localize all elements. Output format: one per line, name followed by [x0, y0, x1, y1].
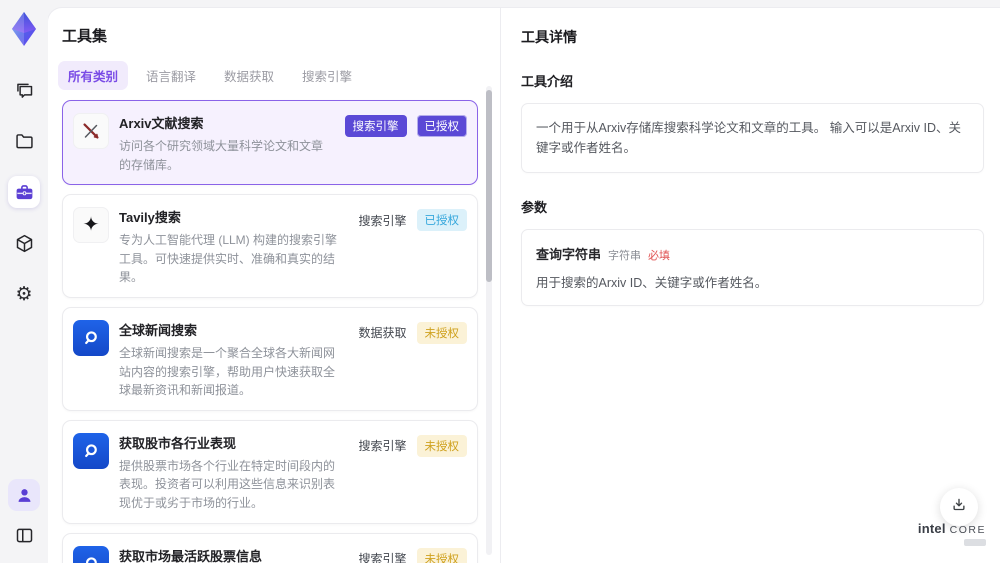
tool-detail-panel: 工具详情 工具介绍 一个用于从Arxiv存储库搜索科学论文和文章的工具。 输入可…: [501, 8, 1000, 563]
scrollbar-thumb[interactable]: [486, 90, 492, 282]
briefcase-icon: [14, 182, 35, 203]
param-required-badge: 必填: [648, 250, 671, 262]
params-heading: 参数: [521, 200, 548, 215]
intro-heading: 工具介绍: [521, 74, 574, 89]
status-badge: 已授权: [416, 115, 467, 137]
intel-core-logo: intel CORE: [918, 521, 986, 546]
tab-all-categories[interactable]: 所有类别: [58, 61, 129, 90]
tab-data-fetch[interactable]: 数据获取: [214, 61, 284, 90]
category-badge: 搜索引擎: [344, 115, 407, 137]
tavily-star-icon: ✦: [73, 207, 109, 244]
param-name: 查询字符串: [536, 247, 602, 262]
tool-card-active-stocks[interactable]: 获取市场最活跃股票信息 提供当天交易量最高的股票列表，投资者可以利用这些信息来识…: [62, 532, 478, 563]
tab-language-translation[interactable]: 语言翻译: [136, 61, 206, 90]
sidebar-item-toolbox[interactable]: [8, 176, 40, 208]
tool-name: 获取市场最活跃股票信息: [119, 548, 263, 563]
tool-description: 提供股票市场各个行业在特定时间段内的表现。投资者可以利用这些信息来识别表现优于或…: [119, 458, 336, 510]
tool-card-tavily[interactable]: ✦ Tavily搜索 专为人工智能代理 (LLM) 构建的搜索引擎工具。可快速提…: [62, 194, 478, 298]
param-type: 字符串: [608, 250, 642, 262]
news-search-icon: [73, 319, 109, 356]
sidebar-item-panel-toggle[interactable]: [8, 519, 40, 551]
tool-name: 全球新闻搜索: [119, 322, 198, 338]
tool-card-global-news[interactable]: 全球新闻搜索 全球新闻搜索是一个聚合全球各大新闻网站内容的搜索引擎，帮助用户快速…: [62, 306, 478, 411]
tab-search-engine[interactable]: 搜索引擎: [292, 61, 362, 90]
folder-icon: [14, 131, 35, 152]
core-wordmark: CORE: [949, 524, 986, 536]
tool-card-stock-sectors[interactable]: 获取股市各行业表现 提供股票市场各个行业在特定时间段内的表现。投资者可以利用这些…: [62, 419, 478, 524]
toolset-panel: 工具集 所有类别 语言翻译 数据获取 搜索引擎 Arxiv文献搜索 访问各个研究…: [48, 8, 500, 563]
category-label: 搜索引擎: [358, 552, 407, 563]
sidebar-item-models[interactable]: [8, 227, 40, 259]
tool-description: 访问各个研究领域大量科学论文和文章的存储库。: [119, 139, 324, 172]
tool-description: 全球新闻搜索是一个聚合全球各大新闻网站内容的搜索引擎，帮助用户快速获取全球最新资…: [119, 345, 336, 398]
sidebar-item-chat[interactable]: [8, 74, 40, 106]
param-card: 查询字符串 字符串 必填 用于搜索的Arxiv ID、关键字或作者姓名。: [521, 229, 984, 306]
tool-name: Tavily搜索: [119, 210, 181, 226]
detail-title: 工具详情: [521, 29, 577, 45]
status-badge: 未授权: [416, 547, 467, 563]
stock-search-icon: [73, 432, 109, 469]
intro-text: 一个用于从Arxiv存储库搜索科学论文和文章的工具。 输入可以是Arxiv ID…: [536, 121, 962, 155]
intel-wordmark: intel: [917, 521, 946, 536]
status-badge: 已授权: [416, 209, 467, 232]
main-content: 工具集 所有类别 语言翻译 数据获取 搜索引擎 Arxiv文献搜索 访问各个研究…: [48, 8, 1000, 563]
arxiv-icon: [73, 113, 109, 149]
page-title: 工具集: [62, 28, 108, 45]
category-label: 数据获取: [358, 326, 407, 341]
sidebar-item-files[interactable]: [8, 125, 40, 157]
category-tabs: 所有类别 语言翻译 数据获取 搜索引擎: [58, 61, 500, 90]
tool-card-arxiv[interactable]: Arxiv文献搜索 访问各个研究领域大量科学论文和文章的存储库。 搜索引擎 已授…: [62, 100, 478, 186]
chat-icon: [14, 80, 35, 101]
left-rail: ⚙: [0, 0, 48, 563]
panel-toggle-icon: [14, 525, 35, 546]
sidebar-item-account[interactable]: [8, 479, 40, 511]
category-label: 搜索引擎: [358, 213, 407, 228]
category-label: 搜索引擎: [358, 439, 407, 454]
tool-name: Arxiv文献搜索: [119, 116, 204, 131]
status-badge: 未授权: [416, 434, 467, 457]
stock-search-icon: [73, 545, 109, 563]
download-icon: [950, 496, 968, 519]
tool-name: 获取股市各行业表现: [119, 435, 237, 451]
app-logo-icon: [6, 10, 42, 48]
user-icon: [15, 486, 34, 505]
sidebar-item-settings[interactable]: ⚙: [8, 278, 40, 310]
cube-icon: [14, 233, 35, 254]
gear-icon: ⚙: [15, 283, 33, 305]
param-description: 用于搜索的Arxiv ID、关键字或作者姓名。: [536, 276, 768, 290]
intro-card: 一个用于从Arxiv存储库搜索科学论文和文章的工具。 输入可以是Arxiv ID…: [521, 103, 984, 173]
status-badge: 未授权: [416, 321, 467, 344]
tool-list: Arxiv文献搜索 访问各个研究领域大量科学论文和文章的存储库。 搜索引擎 已授…: [62, 100, 478, 563]
tool-description: 专为人工智能代理 (LLM) 构建的搜索引擎工具。可快速提供实时、准确和真实的结…: [119, 233, 338, 285]
intel-badge-chip: [964, 539, 986, 546]
